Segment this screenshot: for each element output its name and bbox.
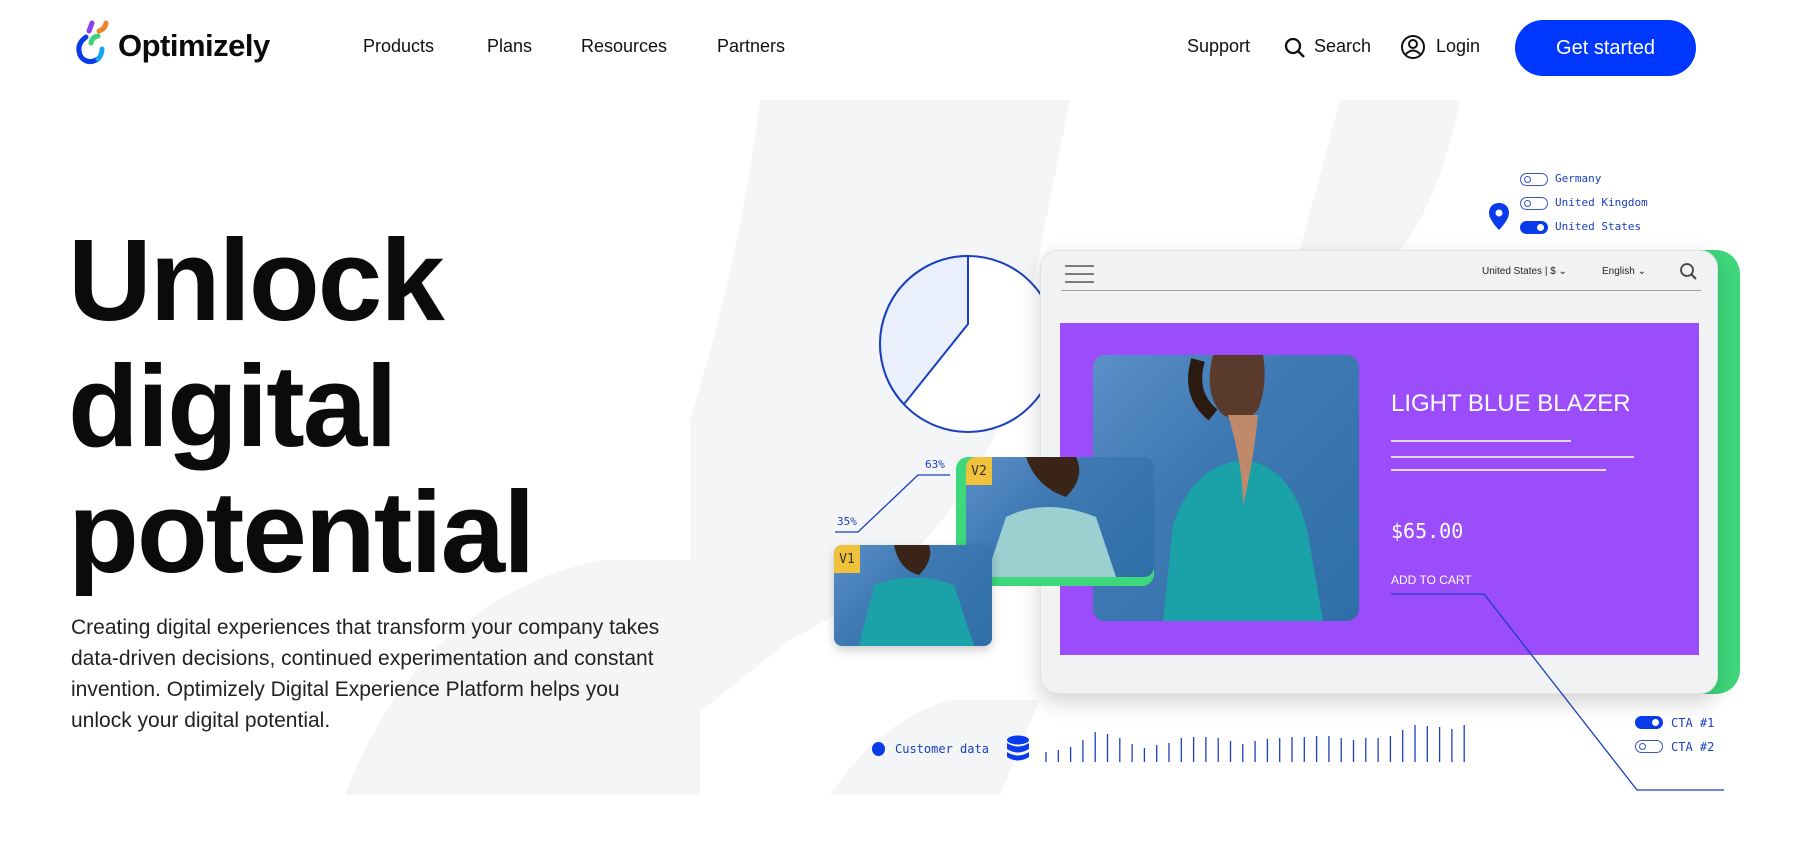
variant-percent: 35% (837, 515, 857, 528)
toggle-cta-1[interactable] (1635, 716, 1663, 729)
variant-v1-photo[interactable]: V1 (834, 545, 992, 646)
cta-label: CTA #2 (1671, 740, 1715, 754)
customer-data-dot-icon (872, 742, 885, 756)
toggle-cta-2[interactable] (1635, 740, 1663, 753)
cta-label: CTA #1 (1671, 716, 1715, 730)
variant-percent: 63% (925, 458, 945, 471)
customer-data-label: Customer data (895, 742, 989, 756)
variant-badge: V2 (966, 457, 992, 485)
model-illustration (986, 457, 1116, 577)
variant-v2-photo[interactable]: V2 (966, 457, 1154, 577)
data-activity-bars (1045, 725, 1465, 762)
variant-badge: V1 (834, 545, 860, 573)
database-icon (1007, 735, 1029, 761)
connector-lines (835, 474, 1724, 791)
